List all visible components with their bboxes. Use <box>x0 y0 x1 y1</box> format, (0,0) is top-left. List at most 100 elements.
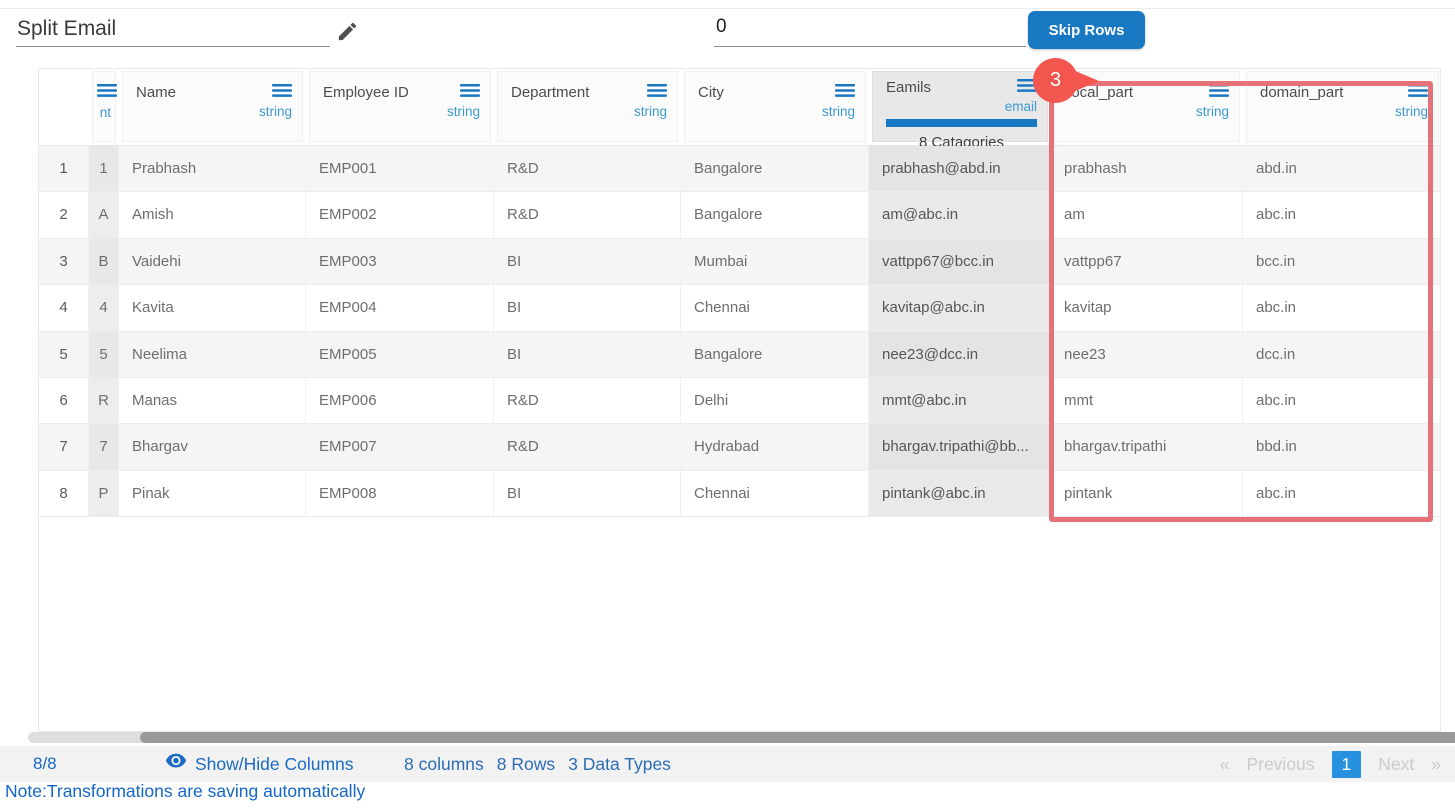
horizontal-scrollbar[interactable] <box>28 732 1445 743</box>
previous-arrow[interactable]: « <box>1220 754 1230 775</box>
column-header-city: City string <box>681 69 869 146</box>
page-1-button[interactable]: 1 <box>1332 751 1362 778</box>
cell-name: Kavita <box>119 285 306 331</box>
skip-rows-input[interactable]: 0 <box>716 16 727 38</box>
column-menu-icon[interactable] <box>647 84 667 97</box>
cell-employee_id: EMP006 <box>306 378 494 424</box>
step-badge: 3 <box>1033 58 1078 103</box>
column-header-employee_id: Employee IDstring <box>306 69 494 146</box>
cell-idx: 2 <box>39 192 89 238</box>
column-label: Name <box>136 84 176 101</box>
cell-city: Bangalore <box>681 332 869 378</box>
eye-icon <box>165 753 187 775</box>
column-header-row: Department <box>511 84 667 101</box>
cell-department: R&D <box>494 378 681 424</box>
cell-department: BI <box>494 239 681 285</box>
pagination: « Previous 1 Next » <box>1220 746 1441 782</box>
rows-shown-count: 8/8 <box>33 746 57 782</box>
cell-name: Manas <box>119 378 306 424</box>
edit-icon[interactable] <box>336 20 359 48</box>
column-header-card-employee_id[interactable]: Employee IDstring <box>309 71 491 142</box>
show-hide-columns-label: Show/Hide Columns <box>195 754 354 775</box>
cell-department: R&D <box>494 146 681 192</box>
autosave-note: Note:Transformations are saving automati… <box>5 781 365 802</box>
cell-mini: R <box>89 378 119 424</box>
column-menu-icon[interactable] <box>835 84 855 97</box>
column-header-card-name[interactable]: Name string <box>122 71 303 142</box>
cell-emails: am@abc.in <box>869 192 1051 238</box>
next-button[interactable]: Next <box>1378 754 1414 775</box>
table-stats: 8 columns8 Rows3 Data Types <box>404 746 684 782</box>
column-menu-icon[interactable] <box>460 84 480 97</box>
cell-name: Vaidehi <box>119 239 306 285</box>
column-menu-icon[interactable] <box>97 84 117 97</box>
cell-employee_id: EMP002 <box>306 192 494 238</box>
cell-department: R&D <box>494 424 681 470</box>
cell-mini: 1 <box>89 146 119 192</box>
scrollbar-thumb[interactable] <box>140 732 1455 743</box>
cell-idx: 3 <box>39 239 89 285</box>
column-header-department: Department string <box>494 69 681 146</box>
cell-employee_id: EMP001 <box>306 146 494 192</box>
cell-city: Delhi <box>681 378 869 424</box>
data-types-count: 3 Data Types <box>568 754 671 774</box>
cell-employee_id: EMP008 <box>306 471 494 517</box>
columns-count: 8 columns <box>404 754 484 774</box>
cell-emails: pintank@abc.in <box>869 471 1051 517</box>
cell-emails: mmt@abc.in <box>869 378 1051 424</box>
skip-rows-button[interactable]: Skip Rows <box>1028 11 1145 49</box>
column-header-row: City <box>698 84 855 101</box>
column-header-name: Name string <box>119 69 306 146</box>
cell-mini: B <box>89 239 119 285</box>
cell-city: Chennai <box>681 285 869 331</box>
cell-city: Mumbai <box>681 239 869 285</box>
previous-button[interactable]: Previous <box>1246 754 1314 775</box>
column-type-label: string <box>698 104 855 119</box>
cell-emails: nee23@dcc.in <box>869 332 1051 378</box>
cell-name: Prabhash <box>119 146 306 192</box>
cell-idx: 7 <box>39 424 89 470</box>
show-hide-columns-button[interactable]: Show/Hide Columns <box>165 746 354 782</box>
transform-name-input[interactable]: Split Email <box>17 17 116 41</box>
cell-idx: 6 <box>39 378 89 424</box>
column-type-label: string <box>511 104 667 119</box>
skip-rows-underline <box>714 46 1026 47</box>
column-header-row: Name <box>136 84 292 101</box>
column-header-card-department[interactable]: Department string <box>497 71 678 142</box>
cell-emails: kavitap@abc.in <box>869 285 1051 331</box>
truncated-column-header[interactable]: nt <box>92 71 116 142</box>
column-menu-icon[interactable] <box>272 84 292 97</box>
cell-department: BI <box>494 332 681 378</box>
cell-city: Bangalore <box>681 192 869 238</box>
column-type-label: email <box>886 99 1037 114</box>
row-index-header <box>42 71 86 142</box>
column-header-card-emails[interactable]: Eamilsemail8 Catagories <box>872 71 1048 142</box>
cell-emails: bhargav.tripathi@bb... <box>869 424 1051 470</box>
cell-idx: 4 <box>39 285 89 331</box>
cell-city: Bangalore <box>681 146 869 192</box>
cell-city: Chennai <box>681 471 869 517</box>
cell-mini: 5 <box>89 332 119 378</box>
cell-name: Pinak <box>119 471 306 517</box>
cell-employee_id: EMP004 <box>306 285 494 331</box>
cell-mini: P <box>89 471 119 517</box>
cell-employee_id: EMP005 <box>306 332 494 378</box>
cell-department: R&D <box>494 192 681 238</box>
transform-page: { "toolbar": { "transform_name": "Split … <box>0 0 1455 810</box>
highlight-box <box>1049 81 1433 522</box>
cell-emails: vattpp67@bcc.in <box>869 239 1051 285</box>
cell-mini: 7 <box>89 424 119 470</box>
column-header-card-city[interactable]: City string <box>684 71 866 142</box>
column-header-idx <box>39 69 89 146</box>
cell-name: Neelima <box>119 332 306 378</box>
column-header-row: Eamils <box>886 79 1037 96</box>
cell-idx: 5 <box>39 332 89 378</box>
categories-bar <box>886 119 1037 127</box>
column-header-emails: Eamilsemail8 Catagories <box>869 69 1051 146</box>
column-type-label: string <box>136 104 292 119</box>
cell-department: BI <box>494 285 681 331</box>
transform-name-underline <box>16 46 330 47</box>
column-header-mini: nt <box>89 69 119 146</box>
next-arrow[interactable]: » <box>1431 754 1441 775</box>
column-label: Employee ID <box>323 84 409 101</box>
